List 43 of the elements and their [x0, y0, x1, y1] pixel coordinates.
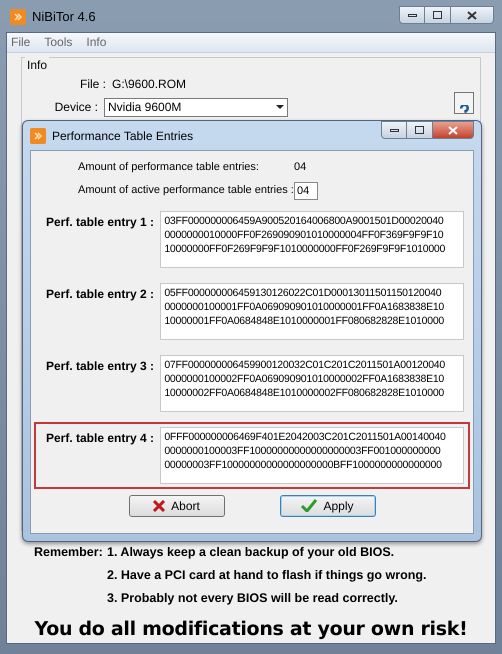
warning-text: You do all modifications at your own risk!	[34, 616, 468, 642]
maximize-button[interactable]	[407, 121, 432, 139]
entry-label: Perf. table entry 1 :	[46, 214, 156, 230]
check-icon	[301, 499, 318, 512]
close-icon	[467, 10, 477, 20]
help-button[interactable]	[454, 92, 474, 114]
entry-hex-field[interactable]: 05FF000000006459130126022C01D00013011501150120040 0000000100001FF0A069090901010000001FF0A1683838E10 10000001FF0A0684848E1010000001FF080682828E1010000	[160, 282, 464, 340]
close-button[interactable]	[450, 6, 494, 24]
caret-icon	[276, 105, 284, 110]
minimize-button[interactable]	[381, 121, 407, 139]
abort-button[interactable]: Abort	[128, 494, 224, 516]
app-icon	[10, 9, 26, 25]
app-icon	[30, 128, 46, 144]
remember-label: Remember:	[34, 545, 103, 560]
remember-note: 1. Always keep a clean backup of your old BIOS.	[107, 544, 394, 562]
field-label: Device :	[54, 99, 98, 116]
count-label: Amount of performance table entries:	[78, 160, 260, 175]
menu-item[interactable]: File	[11, 33, 30, 52]
menu-item[interactable]: Info	[86, 33, 106, 52]
menu-item[interactable]: Tools	[44, 33, 72, 52]
entry-label: Perf. table entry 4 :	[46, 430, 156, 446]
dialog-title: Performance Table Entries	[52, 128, 194, 144]
close-icon	[448, 126, 458, 134]
field-label: File :	[78, 76, 106, 93]
cross-icon	[153, 500, 166, 512]
window-title: NiBiTor 4.6	[32, 8, 96, 26]
remember-note: 3. Probably not every BIOS will be read correctly.	[107, 590, 398, 607]
file-value: G:\9600.ROM	[112, 76, 186, 93]
active-count-label: Amount of active performance table entries :	[78, 183, 294, 198]
entry-label: Perf. table entry 3 :	[46, 358, 156, 374]
maximize-button[interactable]	[425, 6, 450, 24]
entry-hex-field[interactable]: 07FF000000006459900120032C01C201C2011501A00120040 0000000100002FF0A069090901010000002FF0A1683838E10 10000002FF0A0684848E1010000002FF080682828E1010000	[160, 354, 464, 412]
help-icon	[460, 105, 468, 114]
close-button[interactable]	[432, 121, 474, 139]
entry-label: Perf. table entry 2 :	[46, 286, 156, 302]
remember-note: 2. Have a PCI card at hand to flash if things go wrong.	[107, 567, 426, 584]
entry-hex-field[interactable]: 0FFF000000006469F401E2042003C201C2011501A00140040 0000000100003FF10000000000000000003FF001000000000 00000003FF10000000000000000000BFF1000000000000000	[160, 426, 464, 484]
count-value: 04	[294, 160, 306, 175]
minimize-button[interactable]	[399, 6, 425, 24]
device-dropdown[interactable]: Nvidia 9600M	[104, 98, 288, 117]
apply-button[interactable]: Apply	[280, 494, 376, 516]
active-count-field[interactable]: 04	[294, 182, 318, 200]
entry-hex-field[interactable]: 03FF000000006459A900520164006800A9001501D00020040 0000000010000FF0F269090901010000004FF0F369F9F9F10 10000000FF0F269F9F9F1010000000FF0F269F9F9F1010000	[160, 210, 464, 268]
